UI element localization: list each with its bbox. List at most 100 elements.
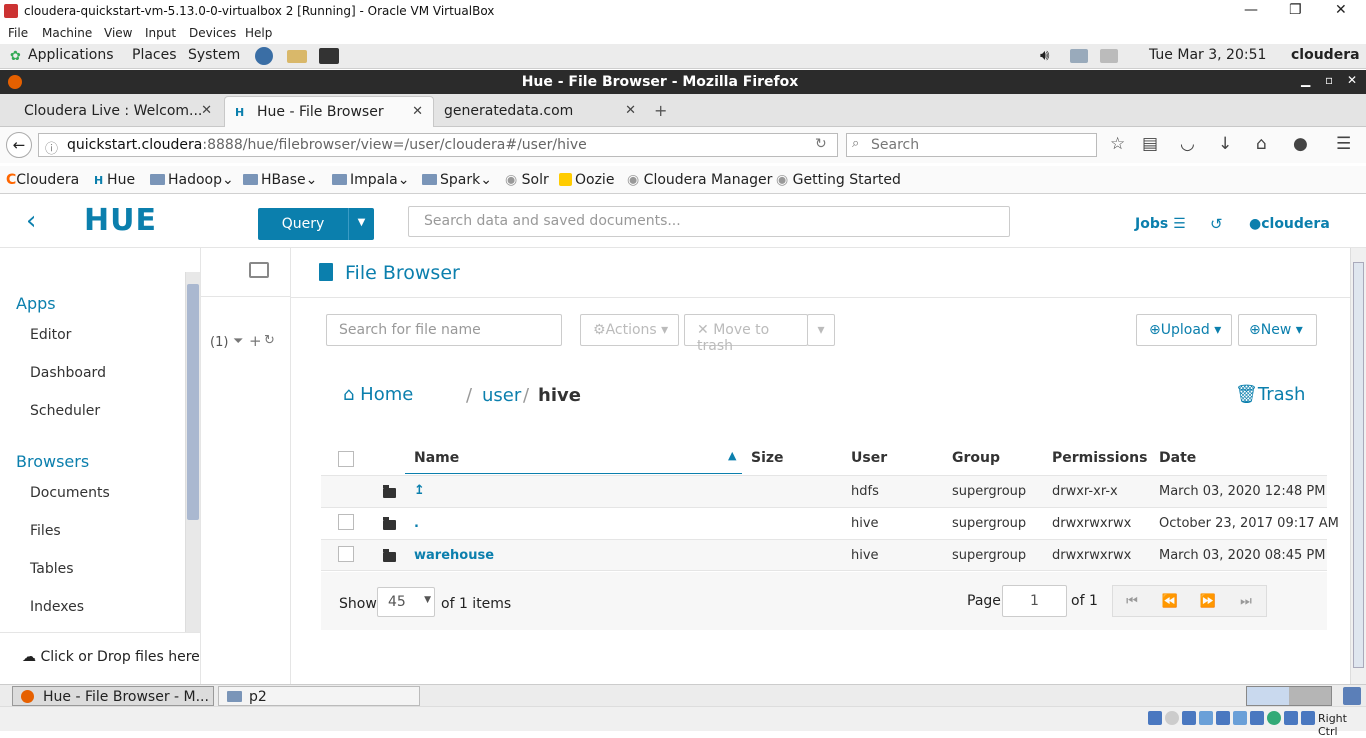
bookmark-hbase[interactable]: HBase⌄ xyxy=(243,172,317,188)
query-dropdown-icon[interactable]: ▼ xyxy=(348,208,374,240)
page-input[interactable]: 1 xyxy=(1002,585,1067,617)
bookmark-hue[interactable]: H Hue xyxy=(94,172,135,188)
network-icon[interactable] xyxy=(1199,711,1213,725)
row-name[interactable]: . xyxy=(414,516,419,531)
drop-files-zone[interactable]: ☁ Click or Drop files here xyxy=(0,632,200,684)
new-button[interactable]: ⊕New ▾ xyxy=(1238,314,1317,346)
query-button[interactable]: Query ▼ xyxy=(258,208,374,240)
bookmark-getting-started[interactable]: ◉ Getting Started xyxy=(776,172,901,188)
sidebar-item-scheduler[interactable]: Scheduler xyxy=(30,403,100,419)
user-menu[interactable]: ●cloudera xyxy=(1249,216,1330,232)
vbox-menu-machine[interactable]: Machine xyxy=(42,26,92,40)
add-icon[interactable]: + xyxy=(249,332,262,350)
reload-icon[interactable]: ↻ xyxy=(815,136,827,152)
volume-icon[interactable]: 🔊︎ xyxy=(1040,46,1049,64)
gnome-places[interactable]: Places xyxy=(132,47,177,63)
sidebar-scrollbar[interactable] xyxy=(185,272,200,632)
page-scrollbar[interactable] xyxy=(1350,248,1366,684)
sidebar-item-editor[interactable]: Editor xyxy=(30,327,71,343)
tab-cloudera-live[interactable]: Cloudera Live : Welcom... ✕ xyxy=(0,96,222,127)
trash-link[interactable]: 🗑︎Trash xyxy=(1235,384,1305,405)
jobs-link[interactable]: Jobs ☰ xyxy=(1135,216,1186,232)
folder-open-icon[interactable] xyxy=(249,262,269,278)
col-date[interactable]: Date xyxy=(1159,450,1196,466)
next-page-icon[interactable]: ⏩ xyxy=(1189,594,1227,609)
workspace-switcher[interactable] xyxy=(1246,686,1332,706)
bookmark-solr[interactable]: ◉ Solr xyxy=(505,172,549,188)
mail-icon[interactable] xyxy=(287,50,307,63)
taskbar-item-firefox[interactable]: Hue - File Browser - M... xyxy=(12,686,214,706)
first-page-icon[interactable]: ⏮ xyxy=(1113,594,1151,609)
ff-minimize-icon[interactable]: ▁ xyxy=(1301,73,1310,87)
sidebar-item-tables[interactable]: Tables xyxy=(30,561,74,577)
vbox-menu-devices[interactable]: Devices xyxy=(189,26,236,40)
ff-close-icon[interactable]: ✕ xyxy=(1347,73,1357,87)
trash-applet-icon[interactable] xyxy=(1343,687,1361,705)
history-icon[interactable]: ↺ xyxy=(1210,215,1223,233)
scroll-thumb[interactable] xyxy=(187,284,199,520)
bookmark-impala[interactable]: Impala⌄ xyxy=(332,172,409,188)
terminal-icon[interactable] xyxy=(319,48,339,64)
optical-icon[interactable] xyxy=(1165,711,1179,725)
pocket-icon[interactable]: ◡ xyxy=(1180,134,1195,154)
vbox-menu-file[interactable]: File xyxy=(8,26,28,40)
trash-dropdown-button[interactable]: ▾ xyxy=(807,314,835,346)
apps-title[interactable]: Apps xyxy=(16,294,56,313)
actions-button[interactable]: ⚙Actions ▾ xyxy=(580,314,679,346)
close-icon[interactable]: ✕ xyxy=(1335,2,1347,18)
col-size[interactable]: Size xyxy=(751,450,784,466)
sort-asc-icon[interactable]: ▲ xyxy=(728,449,736,462)
col-user[interactable]: User xyxy=(851,450,887,466)
select-all-checkbox[interactable] xyxy=(338,451,354,467)
row-name[interactable]: warehouse xyxy=(414,548,494,563)
restore-icon[interactable]: ❐ xyxy=(1289,2,1302,18)
vbox-menu-input[interactable]: Input xyxy=(145,26,176,40)
gnome-user[interactable]: cloudera xyxy=(1291,47,1360,63)
hdd-icon[interactable] xyxy=(1148,711,1162,725)
cpu-icon[interactable] xyxy=(1284,711,1298,725)
tab-generatedata[interactable]: generatedata.com ✕ xyxy=(436,96,646,127)
vbox-menu-help[interactable]: Help xyxy=(245,26,272,40)
recording-icon[interactable] xyxy=(1267,711,1281,725)
breadcrumb-user[interactable]: user xyxy=(482,385,521,406)
gnome-applications[interactable]: Applications xyxy=(28,47,114,63)
filter-icon[interactable]: ⏷ xyxy=(233,334,243,349)
mouse-icon[interactable] xyxy=(1301,711,1315,725)
gnome-clock[interactable]: Tue Mar 3, 20:51 xyxy=(1149,47,1266,63)
reading-list-icon[interactable]: ▤ xyxy=(1142,134,1158,154)
scroll-thumb[interactable] xyxy=(1353,262,1364,668)
back-icon[interactable]: ← xyxy=(6,132,32,158)
upload-button[interactable]: ⊕Upload ▾ xyxy=(1136,314,1232,346)
ff-maximize-icon[interactable]: ▫ xyxy=(1325,73,1333,87)
network-icon[interactable] xyxy=(1070,49,1088,63)
row-name[interactable]: ↥ xyxy=(414,483,425,498)
url-bar[interactable]: ⓘ quickstart.cloudera:8888/hue/filebrows… xyxy=(38,133,838,157)
gnome-system[interactable]: System xyxy=(188,47,240,63)
refresh-icon[interactable]: ↻ xyxy=(264,333,275,348)
breadcrumb-current[interactable]: hive xyxy=(538,385,581,406)
browsers-title[interactable]: Browsers xyxy=(16,452,89,471)
sidebar-item-indexes[interactable]: Indexes xyxy=(30,599,84,615)
breadcrumb-home[interactable]: ⌂ Home xyxy=(343,384,413,405)
usb-icon[interactable] xyxy=(1216,711,1230,725)
bookmark-cloudera[interactable]: CCloudera xyxy=(6,172,79,188)
close-tab-icon[interactable]: ✕ xyxy=(412,104,423,119)
last-page-icon[interactable]: ⏭ xyxy=(1227,594,1265,609)
hue-logo[interactable]: HUE xyxy=(84,203,157,238)
taskbar-item-p2[interactable]: p2 xyxy=(218,686,420,706)
collapse-sidebar-icon[interactable]: ‹ xyxy=(26,206,36,236)
shared-folder-icon[interactable] xyxy=(1233,711,1247,725)
sidebar-item-documents[interactable]: Documents xyxy=(30,485,110,501)
menu-icon[interactable]: ☰ xyxy=(1336,134,1351,154)
tab-hue-file-browser[interactable]: H Hue - File Browser ✕ xyxy=(224,96,434,127)
row-checkbox[interactable] xyxy=(338,514,354,530)
bookmark-oozie[interactable]: Oozie xyxy=(559,172,614,188)
sidebar-item-dashboard[interactable]: Dashboard xyxy=(30,365,106,381)
row-checkbox[interactable] xyxy=(338,546,354,562)
col-group[interactable]: Group xyxy=(952,450,1000,466)
col-name[interactable]: Name xyxy=(414,450,459,466)
download-icon[interactable]: ↓ xyxy=(1218,134,1232,154)
audio-icon[interactable] xyxy=(1182,711,1196,725)
sidebar-item-files[interactable]: Files xyxy=(30,523,61,539)
close-tab-icon[interactable]: ✕ xyxy=(625,103,636,118)
